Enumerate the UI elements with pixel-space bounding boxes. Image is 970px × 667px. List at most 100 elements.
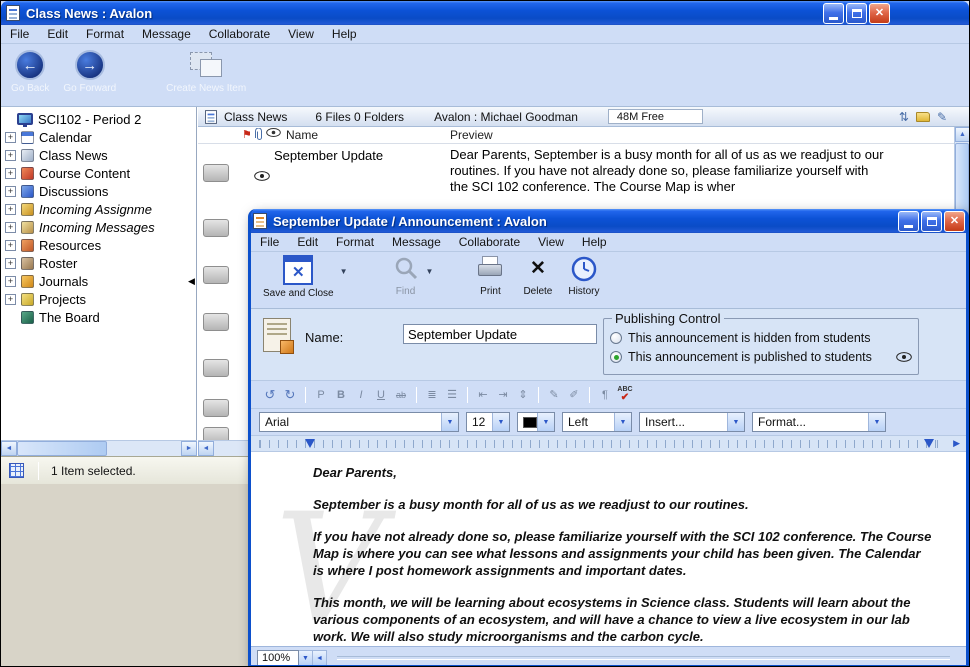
tree-item-incoming-messages[interactable]: + Incoming Messages <box>1 218 196 236</box>
list-row-name[interactable]: September Update <box>274 148 383 163</box>
news-item-icon[interactable] <box>203 399 229 417</box>
spellcheck-icon[interactable]: ABC✔ <box>616 386 634 404</box>
print-button[interactable]: Print <box>477 255 503 297</box>
chevron-down-icon[interactable]: ▼ <box>868 413 885 431</box>
expand-plus-icon[interactable]: + <box>5 258 16 269</box>
tree-item-resources[interactable]: + Resources <box>1 236 196 254</box>
history-button[interactable]: History <box>568 255 599 297</box>
tree-item-roster[interactable]: + Roster <box>1 254 196 272</box>
scroll-right-icon[interactable]: ► <box>181 441 197 456</box>
folder-up-icon[interactable] <box>916 112 930 122</box>
find-button[interactable]: Find <box>392 255 420 297</box>
outdent-icon[interactable]: ⇤ <box>474 386 492 404</box>
go-back-button[interactable]: ← Go Back <box>11 50 49 94</box>
insert-dropdown[interactable]: Insert... ▼ <box>639 412 745 432</box>
tree-item-the-board[interactable]: + The Board <box>1 308 196 326</box>
menu-help[interactable]: Help <box>323 25 366 43</box>
class-news-titlebar[interactable]: Class News : Avalon ✕ <box>1 1 969 25</box>
redo-icon[interactable]: ↻ <box>281 386 299 404</box>
scroll-left-icon[interactable]: ◄ <box>1 441 17 456</box>
tree-item-class-news[interactable]: + Class News <box>1 146 196 164</box>
menu-format[interactable]: Format <box>77 25 133 43</box>
chevron-down-icon[interactable]: ▼ <box>537 413 554 431</box>
news-item-icon[interactable] <box>203 164 229 182</box>
scroll-up-icon[interactable]: ▲ <box>955 127 970 142</box>
right-margin-marker[interactable] <box>924 439 934 448</box>
tree-item-incoming-assignments[interactable]: + Incoming Assignme <box>1 200 196 218</box>
save-dropdown-icon[interactable]: ▼ <box>340 267 348 276</box>
zoom-dropdown-icon[interactable]: ▼ <box>299 650 313 666</box>
name-input[interactable] <box>403 324 597 344</box>
expand-plus-icon[interactable]: + <box>5 186 16 197</box>
menu-edit[interactable]: Edit <box>38 25 77 43</box>
menu-message[interactable]: Message <box>133 25 200 43</box>
split-view-icon[interactable]: ⇅ <box>899 111 909 123</box>
create-news-item-button[interactable]: Create News Item <box>166 50 246 94</box>
expand-plus-icon[interactable]: + <box>5 222 16 233</box>
italic-icon[interactable]: I <box>352 386 370 404</box>
font-family-dropdown[interactable]: Arial ▼ <box>259 412 459 432</box>
radio-unselected-icon[interactable] <box>610 332 622 344</box>
ruler-scroll-icon[interactable]: ▶ <box>953 439 960 448</box>
preview-column-header[interactable]: Preview <box>450 128 493 142</box>
minimize-button[interactable] <box>823 3 844 24</box>
underline-icon[interactable]: U <box>372 386 390 404</box>
font-color-dropdown[interactable]: ▼ <box>517 412 555 432</box>
radio-selected-icon[interactable] <box>610 351 622 363</box>
scroll-thumb[interactable] <box>17 441 107 456</box>
save-and-close-button[interactable]: ✕ Save and Close <box>263 255 334 299</box>
chevron-down-icon[interactable]: ▼ <box>492 413 509 431</box>
news-item-icon[interactable] <box>203 313 229 331</box>
bullet-list-icon[interactable]: ☰ <box>443 386 461 404</box>
highlighter-icon[interactable]: ✐ <box>565 386 583 404</box>
maximize-button[interactable] <box>846 3 867 24</box>
chevron-down-icon[interactable]: ▼ <box>727 413 744 431</box>
tree-item-projects[interactable]: + Projects <box>1 290 196 308</box>
view-grid-icon[interactable] <box>9 463 24 478</box>
tree-item-calendar[interactable]: + Calendar <box>1 128 196 146</box>
chevron-down-icon[interactable]: ▼ <box>614 413 631 431</box>
close-button[interactable]: ✕ <box>944 211 965 232</box>
bold-icon[interactable]: B <box>332 386 350 404</box>
minimize-button[interactable] <box>898 211 919 232</box>
news-item-icon[interactable] <box>203 266 229 284</box>
menu-file[interactable]: File <box>1 25 38 43</box>
expand-plus-icon[interactable]: + <box>5 276 16 287</box>
left-margin-marker[interactable] <box>305 439 315 448</box>
plain-style-icon[interactable]: P <box>312 386 330 404</box>
tree-root-sci102[interactable]: SCI102 - Period 2 <box>1 110 196 128</box>
font-size-dropdown[interactable]: 12 ▼ <box>466 412 510 432</box>
expand-plus-icon[interactable]: + <box>5 150 16 161</box>
undo-icon[interactable]: ↺ <box>261 386 279 404</box>
radio-hidden-option[interactable]: This announcement is hidden from student… <box>610 328 912 347</box>
menu-format[interactable]: Format <box>327 233 383 251</box>
expand-plus-icon[interactable]: + <box>5 132 16 143</box>
close-button[interactable]: ✕ <box>869 3 890 24</box>
menu-view[interactable]: View <box>279 25 323 43</box>
delete-button[interactable]: ✕ Delete <box>523 255 552 297</box>
alignment-dropdown[interactable]: Left ▼ <box>562 412 632 432</box>
tree-item-course-content[interactable]: + Course Content <box>1 164 196 182</box>
strikethrough-icon[interactable]: ab <box>392 386 410 404</box>
radio-published-option[interactable]: This announcement is published to studen… <box>610 347 912 366</box>
flag-column-icon[interactable]: ⚑ <box>242 128 252 141</box>
menu-collaborate[interactable]: Collaborate <box>450 233 529 251</box>
pane-splitter-arrow[interactable]: ◀ <box>188 277 195 286</box>
news-item-icon[interactable] <box>203 219 229 237</box>
format-dropdown[interactable]: Format... ▼ <box>752 412 886 432</box>
zoom-level[interactable]: 100% <box>257 650 299 666</box>
menu-collaborate[interactable]: Collaborate <box>200 25 279 43</box>
chevron-down-icon[interactable]: ▼ <box>441 413 458 431</box>
menu-edit[interactable]: Edit <box>288 233 327 251</box>
edit-pencil-icon[interactable]: ✎ <box>937 111 947 123</box>
maximize-button[interactable] <box>921 211 942 232</box>
name-column-header[interactable]: Name <box>286 128 318 142</box>
zoom-options-icon[interactable]: ◄ <box>313 650 327 666</box>
line-spacing-icon[interactable]: ⇕ <box>514 386 532 404</box>
expand-plus-icon[interactable]: + <box>5 204 16 215</box>
menu-help[interactable]: Help <box>573 233 616 251</box>
pen-icon[interactable]: ✎ <box>545 386 563 404</box>
numbered-list-icon[interactable]: ≣ <box>423 386 441 404</box>
scroll-left-icon[interactable]: ◄ <box>198 441 214 456</box>
news-item-icon[interactable] <box>203 359 229 377</box>
